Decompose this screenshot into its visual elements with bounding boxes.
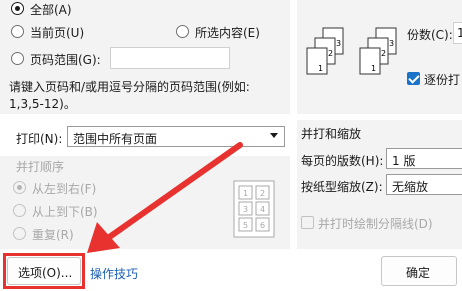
annotation-arrow	[87, 142, 243, 253]
